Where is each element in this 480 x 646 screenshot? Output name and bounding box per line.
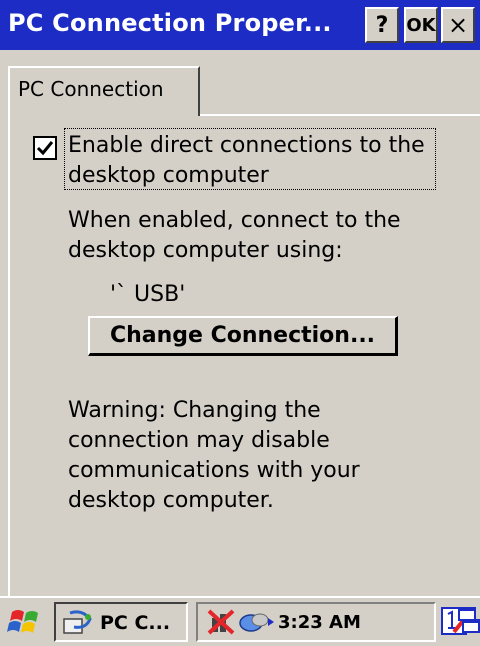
windows-flag-icon[interactable] bbox=[6, 604, 46, 640]
pc-connection-app-icon bbox=[63, 610, 92, 634]
taskbar-app-button[interactable]: PC C... bbox=[54, 602, 188, 642]
system-tray: 3:23 AM bbox=[196, 602, 436, 642]
close-button[interactable]: × bbox=[441, 7, 475, 43]
clock[interactable]: 3:23 AM bbox=[278, 612, 361, 633]
warning-text: Warning: Changing the connection may dis… bbox=[68, 398, 360, 513]
connection-value: '` USB' bbox=[110, 282, 186, 307]
title-bar: PC Connection Proper... ? OK × bbox=[0, 0, 480, 50]
taskbar: PC C... 3:23 AM bbox=[0, 596, 480, 646]
tab-label: PC Connection bbox=[18, 77, 164, 101]
connection-description: When enabled, connect to the desktop com… bbox=[68, 208, 401, 263]
activesync-icon[interactable] bbox=[238, 609, 276, 635]
ok-button[interactable]: OK bbox=[404, 7, 438, 43]
change-connection-button[interactable]: Change Connection... bbox=[88, 316, 398, 356]
checkbox-label[interactable]: Enable direct connections to the desktop… bbox=[68, 131, 438, 191]
taskbar-app-label: PC C... bbox=[100, 612, 171, 634]
window-title: PC Connection Proper... bbox=[8, 9, 332, 37]
help-button[interactable]: ? bbox=[365, 7, 399, 43]
checkmark-icon bbox=[36, 141, 54, 156]
desktop-switch-icon[interactable] bbox=[456, 604, 480, 638]
network-disconnected-icon[interactable] bbox=[206, 608, 236, 636]
enable-direct-connections-checkbox[interactable] bbox=[33, 136, 57, 160]
tab-pc-connection[interactable]: PC Connection bbox=[8, 66, 200, 116]
